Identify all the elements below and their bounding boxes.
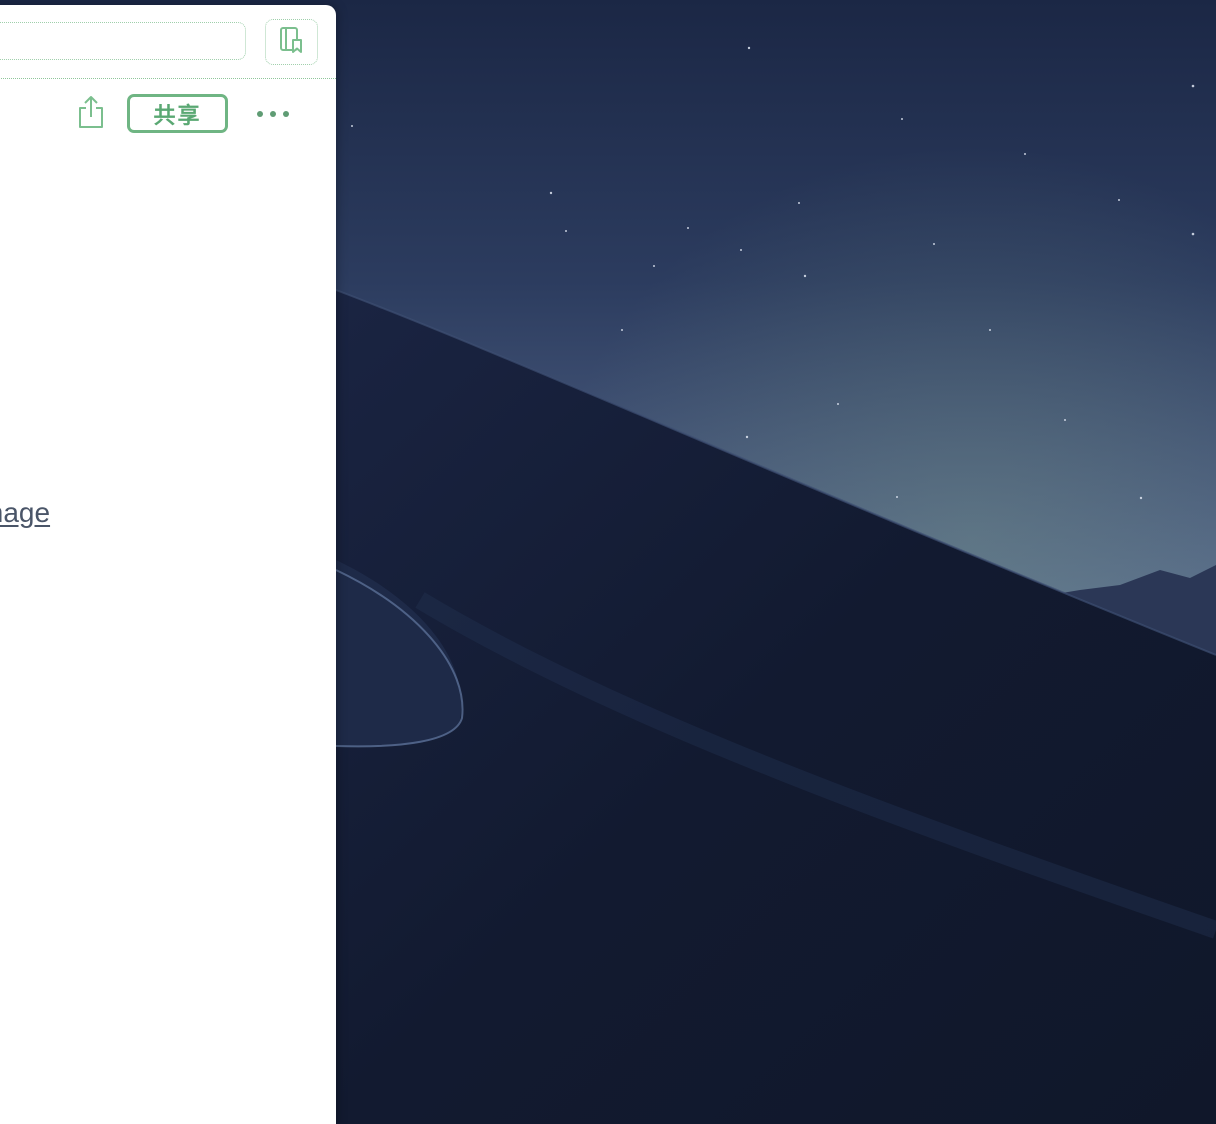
browser-toolbar xyxy=(0,5,336,79)
share-icon-button[interactable] xyxy=(76,95,106,134)
image-link[interactable]: mage xyxy=(0,497,50,529)
browser-window: 共享 mage xyxy=(0,5,336,1124)
reading-list-icon xyxy=(279,26,305,59)
more-icon xyxy=(256,105,290,123)
reading-list-button[interactable] xyxy=(265,19,318,65)
more-button[interactable] xyxy=(254,97,292,131)
share-icon xyxy=(76,95,106,134)
page-content: mage xyxy=(0,144,336,1124)
share-button[interactable]: 共享 xyxy=(127,94,228,133)
screen: 共享 mage xyxy=(0,0,1216,1124)
address-bar[interactable] xyxy=(0,22,246,60)
page-toolbar: 共享 xyxy=(0,85,336,143)
